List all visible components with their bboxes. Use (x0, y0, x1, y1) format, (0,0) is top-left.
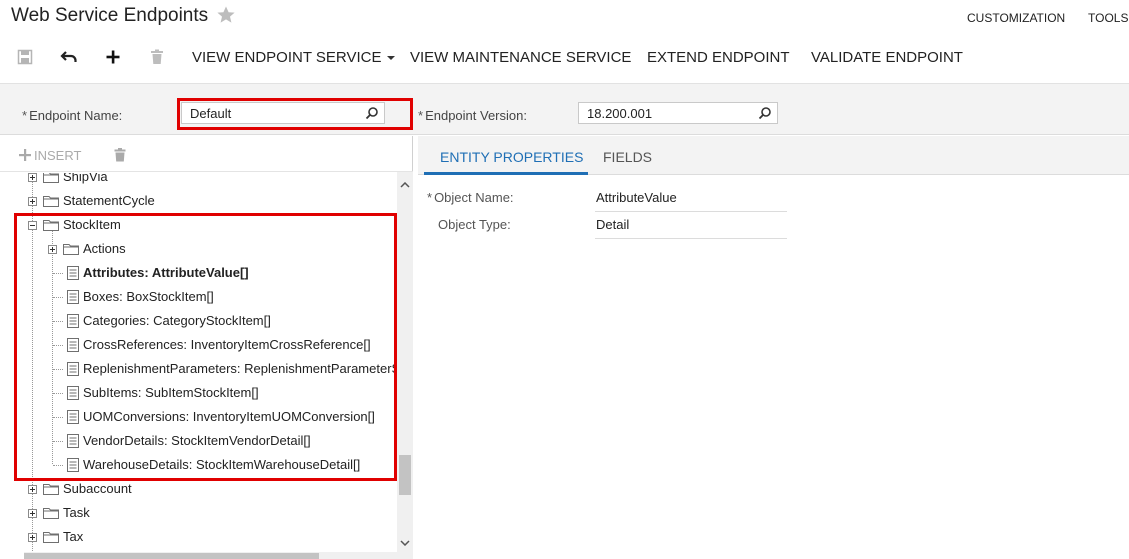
endpoint-header-form: * Endpoint Name: Default * Endpoint Versio… (0, 83, 1129, 135)
insert-label: INSERT (34, 148, 82, 163)
delete-icon[interactable] (114, 148, 126, 162)
tree-item-label: Task (63, 505, 90, 520)
folder-icon (43, 508, 59, 519)
view-endpoint-service-button[interactable]: VIEW ENDPOINT SERVICE (192, 49, 395, 66)
expand-icon[interactable] (28, 197, 37, 206)
validate-endpoint-button[interactable]: VALIDATE ENDPOINT (811, 49, 963, 66)
tree-item[interactable]: Subaccount (0, 479, 397, 499)
tree-item[interactable]: StatementCycle (0, 191, 397, 211)
highlight-frame (177, 98, 413, 130)
insert-button[interactable]: INSERT (19, 148, 81, 163)
endpoint-version-value: 18.200.001 (587, 106, 653, 121)
view-endpoint-service-label: VIEW ENDPOINT SERVICE (192, 49, 382, 66)
expand-icon[interactable] (28, 485, 37, 494)
tree-vertical-scrollbar[interactable] (397, 172, 413, 559)
tree-item[interactable]: Task (0, 503, 397, 523)
page-title: Web Service Endpoints (11, 5, 209, 26)
search-icon[interactable] (758, 106, 772, 120)
details-pane: ENTITY PROPERTIES FIELDS * Object Name: A… (418, 136, 1129, 559)
endpoint-version-field[interactable]: 18.200.001 (578, 102, 778, 124)
expand-icon[interactable] (28, 533, 37, 542)
add-icon[interactable] (104, 48, 122, 66)
customization-menu[interactable]: CUSTOMIZATION (967, 11, 1065, 25)
tree-item[interactable]: Tax (0, 527, 397, 547)
title-bar: Web Service Endpoints CUSTOMIZATION TOOL… (0, 0, 1129, 36)
save-icon[interactable] (16, 48, 34, 66)
expand-icon[interactable] (28, 509, 37, 518)
scroll-thumb[interactable] (24, 553, 319, 559)
chevron-up-icon[interactable] (400, 182, 410, 188)
highlight-frame (14, 213, 397, 481)
add-icon (19, 149, 31, 161)
folder-icon (43, 173, 59, 183)
folder-icon (43, 532, 59, 543)
object-name-label: * Object Name: (427, 190, 514, 205)
object-type-label: Object Type: (438, 217, 511, 232)
undo-icon[interactable] (60, 48, 78, 66)
view-maintenance-service-button[interactable]: VIEW MAINTENANCE SERVICE (410, 49, 631, 66)
object-name-value[interactable]: AttributeValue (595, 190, 787, 212)
tab-fields[interactable]: FIELDS (603, 149, 652, 165)
tree-item-label: Subaccount (63, 481, 132, 496)
tree-horizontal-scrollbar[interactable] (24, 552, 397, 559)
delete-icon[interactable] (148, 48, 166, 66)
tree-item-label: ShipVia (63, 173, 108, 184)
folder-icon (43, 196, 59, 207)
tree-item[interactable]: ShipVia (0, 173, 397, 187)
chevron-down-icon (386, 56, 395, 61)
tree-toolbar: INSERT (0, 136, 413, 172)
active-tab-indicator (424, 172, 588, 175)
tab-entity-properties[interactable]: ENTITY PROPERTIES (440, 149, 583, 165)
tree-item-label: StatementCycle (63, 193, 155, 208)
folder-icon (43, 484, 59, 495)
chevron-down-icon[interactable] (400, 540, 410, 546)
scroll-thumb[interactable] (399, 455, 411, 495)
main-toolbar: VIEW ENDPOINT SERVICE VIEW MAINTENANCE S… (0, 40, 1129, 76)
star-icon[interactable] (216, 5, 236, 25)
endpoint-version-label: * Endpoint Version: (418, 108, 527, 123)
endpoint-name-label: * Endpoint Name: (22, 108, 123, 123)
details-tabs: ENTITY PROPERTIES FIELDS (418, 136, 1129, 175)
tools-menu[interactable]: TOOLS (1088, 11, 1128, 25)
expand-icon[interactable] (28, 173, 37, 182)
object-type-value[interactable]: Detail (595, 217, 787, 239)
extend-endpoint-button[interactable]: EXTEND ENDPOINT (647, 49, 790, 66)
tree-item-label: Tax (63, 529, 84, 544)
